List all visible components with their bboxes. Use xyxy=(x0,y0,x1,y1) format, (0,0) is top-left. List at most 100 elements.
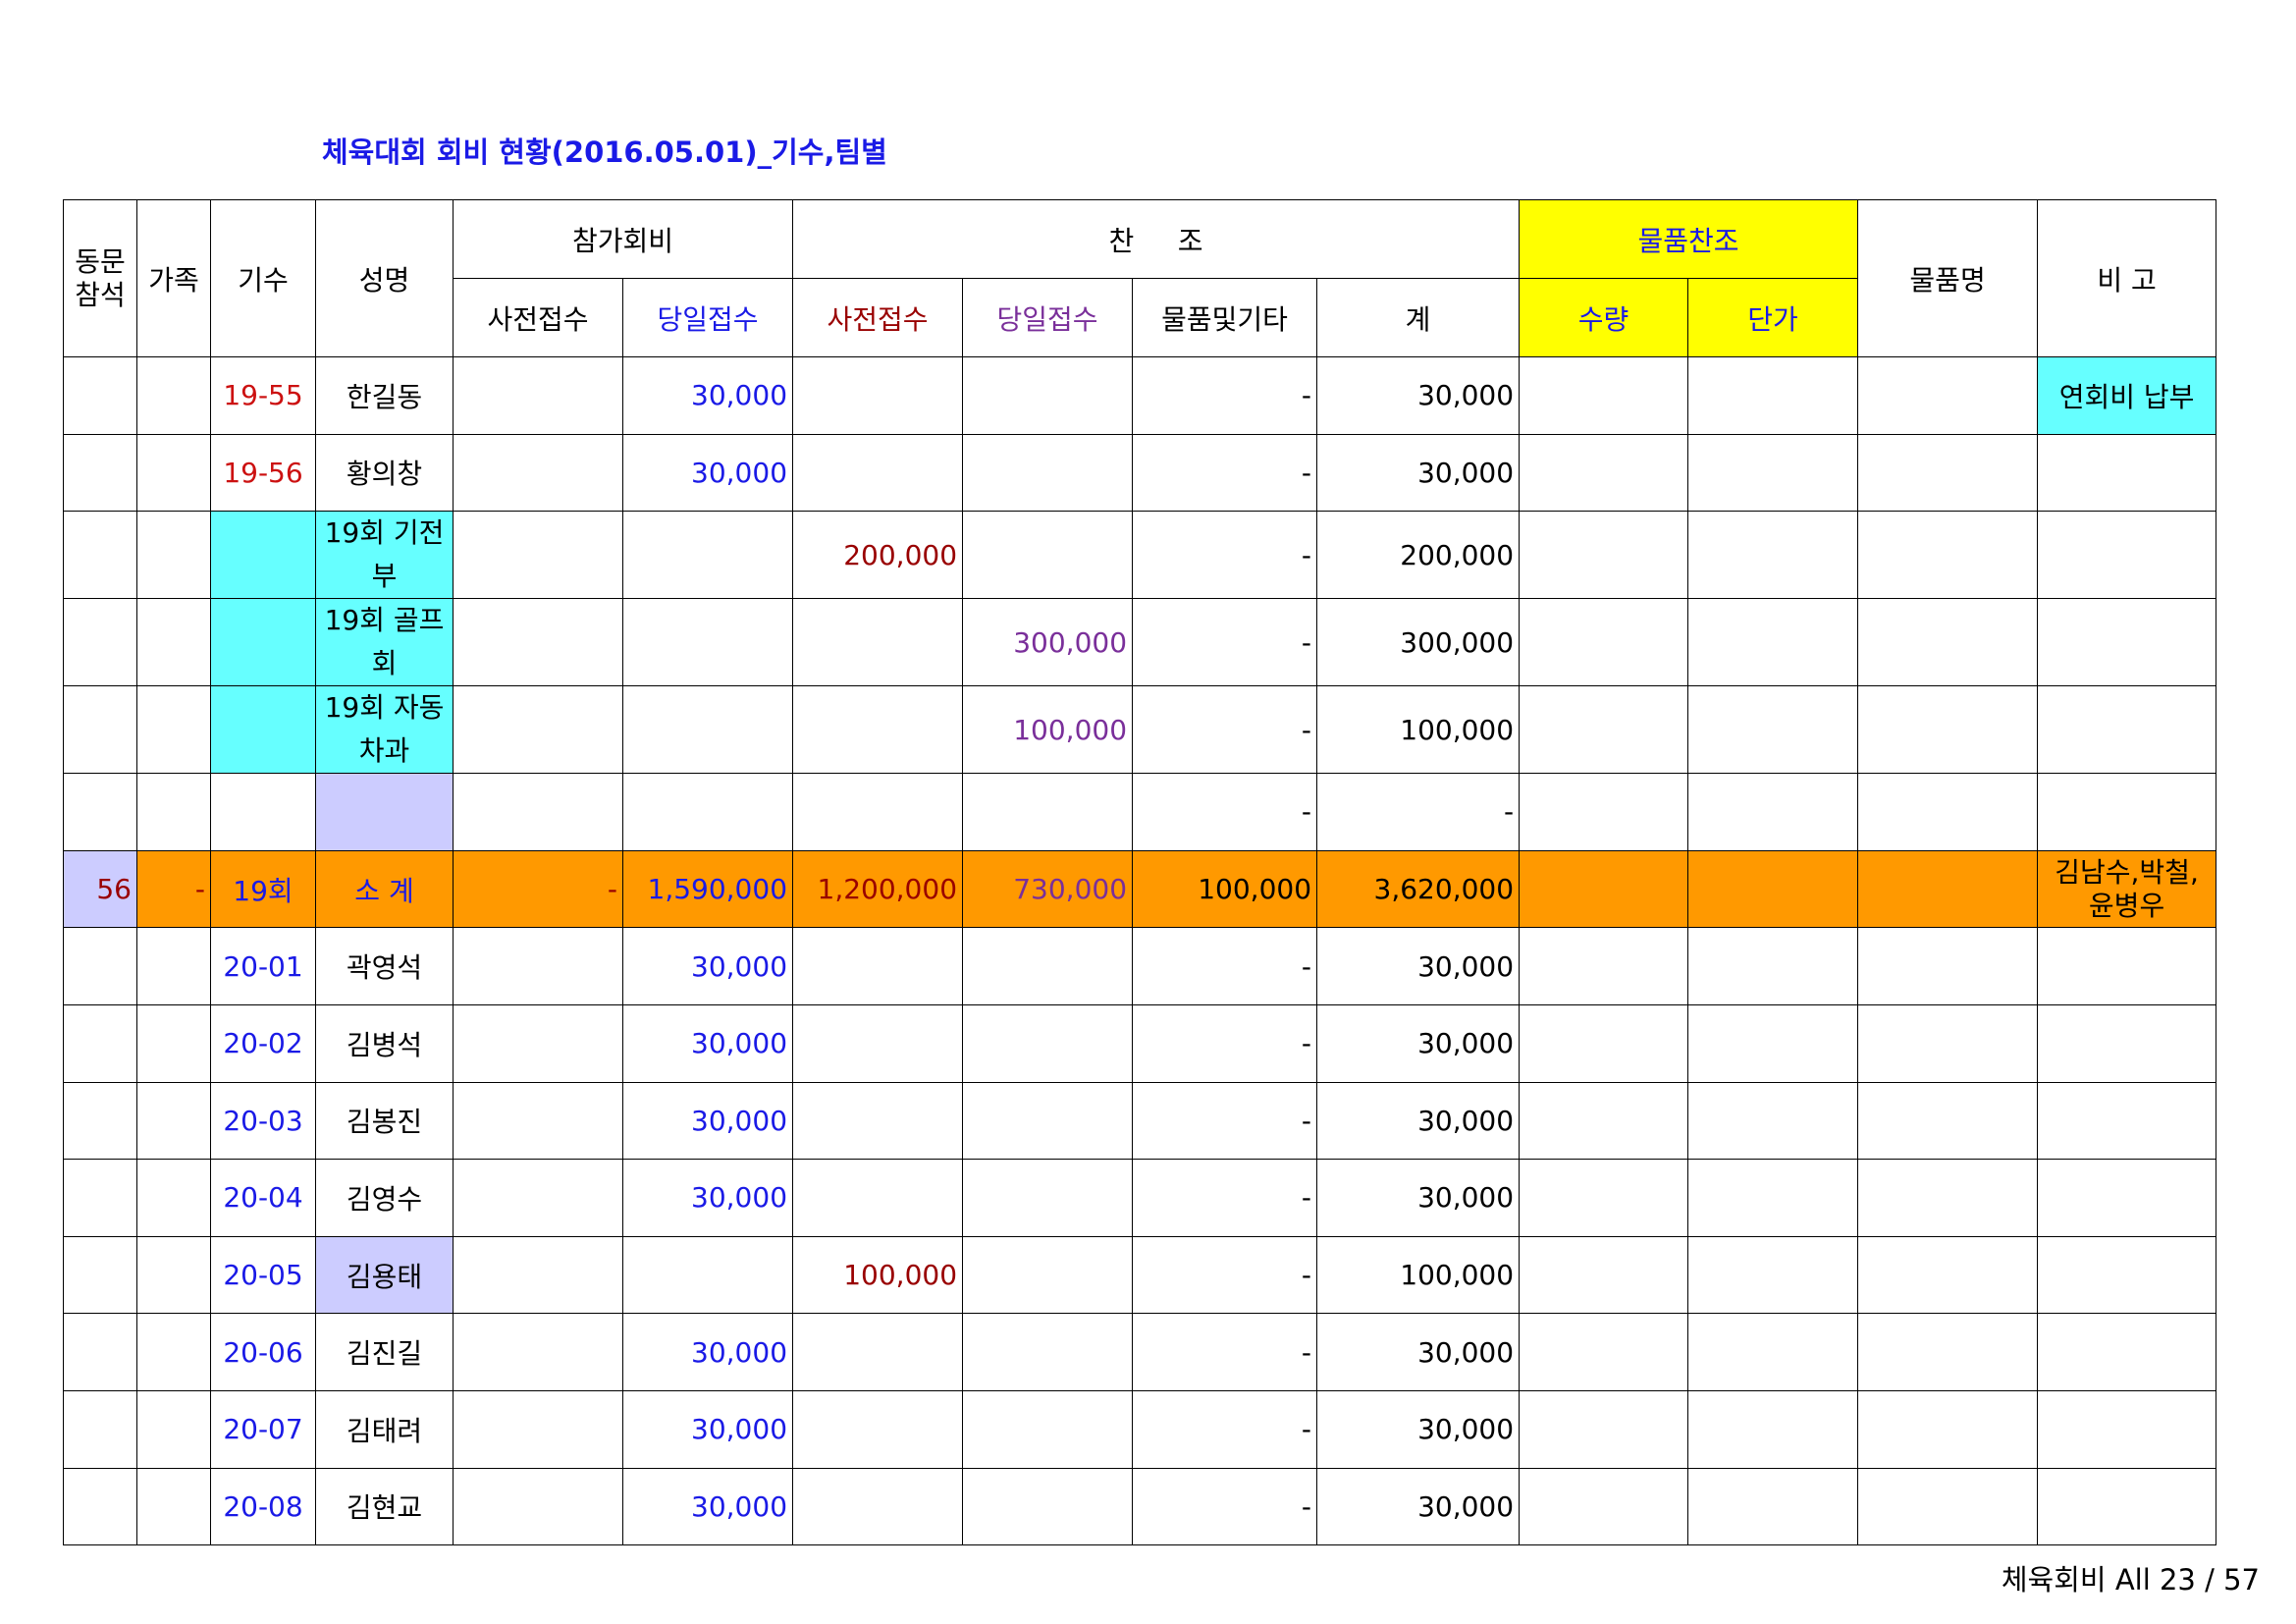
cell-attendance xyxy=(63,1159,137,1237)
cell-attendance xyxy=(63,1003,137,1083)
cell-unit-price xyxy=(1687,1003,1859,1083)
sheet-title: 체육대회 회비 현황(2016.05.01)_기수,팀별 xyxy=(322,135,887,169)
cell-total: 30,000 xyxy=(1316,433,1521,513)
cell-remarks xyxy=(2037,1235,2217,1315)
cell-name: 김진길 xyxy=(315,1313,454,1391)
cell-same-day-receipt: 30,000 xyxy=(621,1467,794,1546)
cell-pre-receipt: - xyxy=(453,849,623,929)
cell-goods-etc: - xyxy=(1132,685,1318,775)
cell-same-day-receipt: 30,000 xyxy=(621,1003,794,1083)
cell-same-day-receipt xyxy=(621,598,794,687)
cell-goods-name xyxy=(1857,1235,2039,1315)
header-sponsor: 찬 조 xyxy=(792,199,1521,279)
cell-quantity xyxy=(1519,1159,1689,1237)
cell-quantity xyxy=(1519,1389,1689,1469)
cell-sponsor-pre-receipt xyxy=(792,1003,964,1083)
cell-unit-price xyxy=(1687,1467,1859,1546)
cell-remarks xyxy=(2037,773,2217,851)
cell-quantity xyxy=(1519,849,1689,929)
header-goods-sponsor: 물품찬조 xyxy=(1519,199,1859,279)
cell-total: 30,000 xyxy=(1316,1467,1521,1546)
cell-goods-name xyxy=(1857,1081,2039,1161)
cell-sponsor-pre-receipt: 100,000 xyxy=(792,1235,964,1315)
cell-remarks: 연회비 납부 xyxy=(2037,356,2217,435)
cell-sponsor-same-day-receipt: 100,000 xyxy=(962,685,1134,775)
cell-unit-price xyxy=(1687,1159,1859,1237)
cell-sponsor-same-day-receipt xyxy=(962,1235,1134,1315)
cell-attendance: 56 xyxy=(63,849,137,929)
cell-same-day-receipt xyxy=(621,1235,794,1315)
cell-total: 100,000 xyxy=(1316,1235,1521,1315)
cell-family xyxy=(136,598,211,687)
cell-goods-etc: - xyxy=(1132,927,1318,1005)
cell-goods-name xyxy=(1857,849,2039,929)
cell-gisu: 20-02 xyxy=(210,1003,316,1083)
cell-attendance xyxy=(63,598,137,687)
cell-remarks xyxy=(2037,685,2217,775)
cell-quantity xyxy=(1519,511,1689,600)
cell-gisu xyxy=(210,511,316,600)
cell-pre-receipt xyxy=(453,356,623,435)
cell-sponsor-same-day-receipt xyxy=(962,1467,1134,1546)
cell-attendance xyxy=(63,511,137,600)
cell-name xyxy=(315,773,454,851)
cell-remarks xyxy=(2037,1467,2217,1546)
cell-name: 곽영석 xyxy=(315,927,454,1005)
cell-unit-price xyxy=(1687,598,1859,687)
cell-pre-receipt xyxy=(453,433,623,513)
cell-quantity xyxy=(1519,927,1689,1005)
cell-sponsor-pre-receipt: 200,000 xyxy=(792,511,964,600)
cell-gisu: 20-07 xyxy=(210,1389,316,1469)
cell-pre-receipt xyxy=(453,1313,623,1391)
cell-pre-receipt xyxy=(453,598,623,687)
cell-goods-etc: - xyxy=(1132,1081,1318,1161)
cell-pre-receipt xyxy=(453,1003,623,1083)
cell-family xyxy=(136,1313,211,1391)
cell-unit-price xyxy=(1687,511,1859,600)
cell-sponsor-same-day-receipt xyxy=(962,1081,1134,1161)
cell-sponsor-same-day-receipt xyxy=(962,511,1134,600)
cell-unit-price xyxy=(1687,1389,1859,1469)
cell-gisu: 20-04 xyxy=(210,1159,316,1237)
cell-quantity xyxy=(1519,356,1689,435)
cell-family xyxy=(136,356,211,435)
cell-gisu: 19-55 xyxy=(210,356,316,435)
header-pre-receipt: 사전접수 xyxy=(453,278,623,357)
cell-attendance xyxy=(63,1467,137,1546)
cell-gisu: 19-56 xyxy=(210,433,316,513)
cell-unit-price xyxy=(1687,1313,1859,1391)
cell-remarks xyxy=(2037,1159,2217,1237)
table-row: 20-06 김진길 30,000-30,000 xyxy=(63,1313,2217,1391)
cell-sponsor-same-day-receipt: 300,000 xyxy=(962,598,1134,687)
cell-goods-name xyxy=(1857,433,2039,513)
cell-goods-name xyxy=(1857,773,2039,851)
cell-goods-etc: - xyxy=(1132,1313,1318,1391)
cell-remarks xyxy=(2037,433,2217,513)
header-sponsor-pre-receipt: 사전접수 xyxy=(792,278,964,357)
cell-gisu: 19회 xyxy=(210,849,316,929)
table-row: 19-56 황의창 30,000-30,000 xyxy=(63,433,2217,513)
header-dongmun: 동문 참석 xyxy=(63,199,137,357)
cell-goods-etc: - xyxy=(1132,773,1318,851)
cell-remarks xyxy=(2037,511,2217,600)
cell-sponsor-pre-receipt xyxy=(792,1467,964,1546)
header-unit-price: 단가 xyxy=(1687,278,1859,357)
table-row: 20-04 김영수 30,000-30,000 xyxy=(63,1159,2217,1237)
cell-attendance xyxy=(63,685,137,775)
cell-total: 30,000 xyxy=(1316,927,1521,1005)
cell-same-day-receipt: 30,000 xyxy=(621,927,794,1005)
cell-goods-etc: - xyxy=(1132,1467,1318,1546)
cell-goods-etc: - xyxy=(1132,1003,1318,1083)
cell-attendance xyxy=(63,433,137,513)
cell-pre-receipt xyxy=(453,1467,623,1546)
cell-goods-etc: - xyxy=(1132,356,1318,435)
cell-family xyxy=(136,1159,211,1237)
cell-total: 200,000 xyxy=(1316,511,1521,600)
cell-family xyxy=(136,1235,211,1315)
cell-attendance xyxy=(63,1081,137,1161)
cell-name: 김태려 xyxy=(315,1389,454,1469)
cell-sponsor-pre-receipt xyxy=(792,1389,964,1469)
cell-goods-name xyxy=(1857,1389,2039,1469)
cell-same-day-receipt: 30,000 xyxy=(621,1389,794,1469)
cell-sponsor-pre-receipt xyxy=(792,1081,964,1161)
